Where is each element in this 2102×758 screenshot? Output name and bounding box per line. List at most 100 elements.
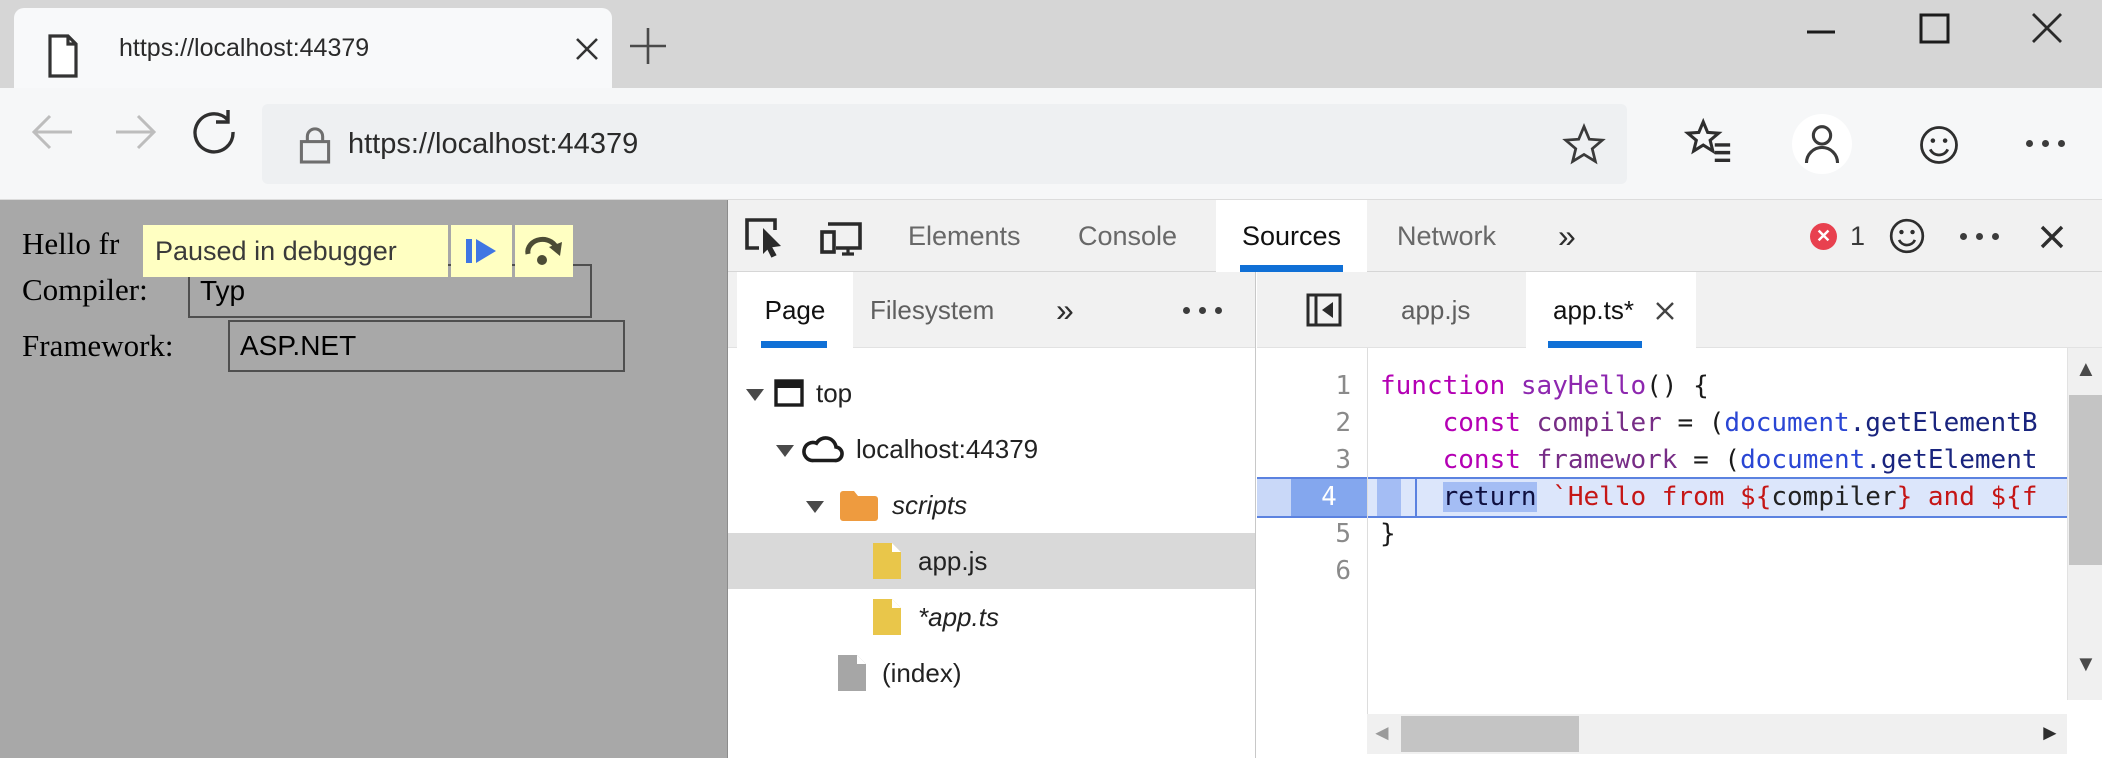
tab-elements[interactable]: Elements [908, 200, 1021, 272]
feedback-smiley-icon[interactable] [1918, 124, 1960, 166]
line-number[interactable]: 6 [1257, 553, 1367, 590]
sources-active-underline [1240, 265, 1343, 272]
tree-label: *app.ts [918, 589, 999, 645]
resume-script-button[interactable] [451, 225, 512, 277]
paused-in-debugger-banner: Paused in debugger [143, 225, 448, 277]
chevron-down-icon[interactable] [776, 445, 794, 457]
collapse-sidebar-icon[interactable] [1305, 292, 1343, 328]
devtools-more-icon[interactable] [1960, 233, 1999, 240]
close-window-button[interactable] [2026, 7, 2068, 49]
minimize-button[interactable] [1800, 10, 1840, 50]
forward-icon[interactable] [112, 110, 160, 154]
favorites-hub-icon[interactable] [1684, 118, 1734, 168]
error-count[interactable]: 1 [1850, 200, 1865, 272]
browser-window: https://localhost:44379 [0, 0, 2102, 758]
navigator-more-icon[interactable] [1183, 307, 1222, 314]
devtools-feedback-smiley-icon[interactable] [1888, 217, 1926, 255]
code-line[interactable]: 4 return `Hello from ${compiler} and ${f [1257, 479, 2067, 516]
favorite-star-icon[interactable] [1562, 122, 1606, 166]
scroll-right-icon[interactable]: ► [2039, 722, 2061, 744]
devtools-panel: Elements Console Sources Network » ✕ 1 [727, 200, 2102, 758]
code-line[interactable]: 3 const framework = (document.getElement [1257, 442, 2067, 479]
url-text[interactable]: https://localhost:44379 [348, 104, 638, 184]
editor-tab-appts[interactable]: app.ts* [1526, 272, 1696, 348]
frame-icon [773, 378, 805, 408]
step-over-button[interactable] [515, 225, 573, 277]
more-tabs-chevron[interactable]: » [1558, 200, 1576, 272]
tab-network[interactable]: Network [1397, 200, 1496, 272]
back-icon[interactable] [28, 110, 76, 154]
appts-active-underline [1548, 341, 1642, 348]
tab-title: https://localhost:44379 [119, 8, 369, 88]
tree-label: localhost:44379 [856, 421, 1038, 477]
framework-label: Framework: [22, 328, 174, 364]
code-line[interactable]: 5} [1257, 516, 2067, 553]
file-icon [871, 597, 903, 637]
inspect-element-icon[interactable] [743, 214, 787, 260]
line-number[interactable]: 3 [1257, 442, 1367, 479]
cloud-icon [800, 435, 848, 465]
code-text: function sayHello() { [1380, 368, 1709, 405]
file-icon [836, 653, 868, 693]
navigator-tab-bar: Page Filesystem » [728, 272, 1255, 348]
line-number[interactable]: 2 [1257, 405, 1367, 442]
devtools-header: Elements Console Sources Network » ✕ 1 [728, 200, 2102, 272]
scroll-down-icon[interactable]: ▼ [2075, 653, 2097, 675]
tab-sources[interactable]: Sources [1216, 200, 1367, 272]
refresh-icon[interactable] [188, 106, 240, 158]
browser-toolbar: https://localhost:44379 [0, 88, 2102, 200]
scroll-up-icon[interactable]: ▲ [2075, 358, 2097, 380]
line-number[interactable]: 4 [1257, 479, 1367, 516]
new-tab-icon[interactable] [626, 24, 670, 68]
tree-row-localhost[interactable]: localhost:44379 [728, 421, 1255, 477]
tree-row-appjs[interactable]: app.js [728, 533, 1255, 589]
tree-row-appts[interactable]: *app.ts [728, 589, 1255, 645]
tab-console[interactable]: Console [1078, 200, 1177, 272]
chevron-down-icon[interactable] [746, 389, 764, 401]
framework-input[interactable] [228, 320, 625, 372]
profile-avatar[interactable] [1792, 114, 1852, 174]
vertical-scrollbar[interactable]: ▲ ▼ [2067, 348, 2102, 700]
code-text: return `Hello from ${compiler} and ${f [1380, 479, 2037, 516]
line-number[interactable]: 1 [1257, 368, 1367, 405]
maximize-button[interactable] [1914, 8, 1954, 48]
gutter-separator [1367, 348, 1368, 714]
navigator-tab-page[interactable]: Page [737, 272, 853, 348]
webpage-content: Hello fr Compiler: Framework: Paused in … [0, 200, 727, 758]
code-line[interactable]: 2 const compiler = (document.getElementB [1257, 405, 2067, 442]
address-bar[interactable]: https://localhost:44379 [262, 104, 1627, 184]
settings-more-icon[interactable] [2026, 140, 2065, 147]
close-tab-icon[interactable] [1653, 299, 1677, 323]
code-line[interactable]: 6 [1257, 553, 2067, 590]
lock-icon [298, 124, 332, 166]
horizontal-scroll-thumb[interactable] [1401, 716, 1579, 752]
tab-close-icon[interactable] [572, 34, 602, 64]
tree-row-index[interactable]: (index) [728, 645, 1255, 701]
file-icon [871, 541, 903, 581]
devtools-close-icon[interactable] [2036, 221, 2068, 253]
page-icon [46, 34, 80, 78]
scroll-left-icon[interactable]: ◄ [1371, 722, 1393, 744]
scrollbar-corner [2067, 700, 2102, 758]
line-number[interactable]: 5 [1257, 516, 1367, 553]
vertical-scroll-thumb[interactable] [2069, 395, 2102, 565]
tree-label: top [816, 365, 852, 421]
compiler-label: Compiler: [22, 272, 148, 308]
sources-navigator: Page Filesystem » top [728, 272, 1256, 758]
folder-icon [838, 488, 880, 522]
chevron-down-icon[interactable] [806, 501, 824, 513]
navigator-more-tabs-chevron[interactable]: » [1056, 272, 1074, 348]
editor-tab-appjs[interactable]: app.js [1401, 272, 1470, 348]
code-text: const framework = (document.getElement [1380, 442, 2038, 479]
code-line[interactable]: 1 function sayHello() { [1257, 368, 2067, 405]
code-editor[interactable]: 1 function sayHello() {2 const compiler =… [1257, 348, 2067, 714]
horizontal-scrollbar[interactable]: ◄ ► [1367, 714, 2067, 754]
tree-label: (index) [882, 645, 961, 701]
device-emulation-icon[interactable] [818, 218, 864, 258]
tree-row-top[interactable]: top [728, 365, 1255, 421]
tree-row-scripts[interactable]: scripts [728, 477, 1255, 533]
page-active-underline [761, 341, 827, 348]
error-badge-icon[interactable]: ✕ [1810, 223, 1837, 250]
navigator-tab-filesystem[interactable]: Filesystem [870, 272, 994, 348]
browser-tab[interactable]: https://localhost:44379 [14, 8, 612, 88]
